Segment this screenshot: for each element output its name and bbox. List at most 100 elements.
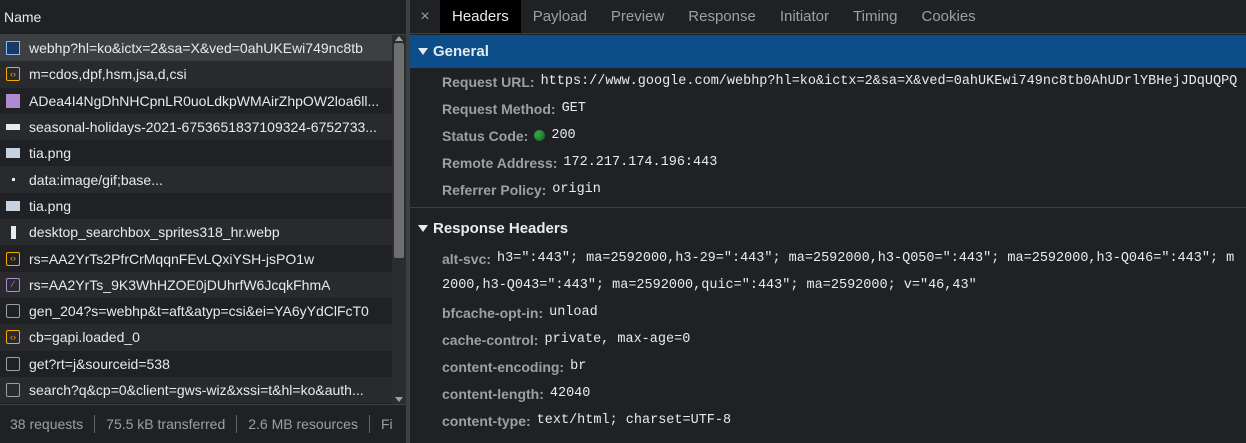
content-length-value: 42040	[549, 386, 591, 401]
request-row[interactable]: ADea4I4NgDhNHCpnLR0uoLdkpWMAirZhpOW2loa6…	[0, 88, 392, 114]
request-name: rs=AA2YrTs2PfrCrMqqnFEvLQxiYSH-jsPO1w	[29, 250, 315, 267]
script-icon: ‹›	[6, 251, 20, 266]
scroll-thumb[interactable]	[394, 43, 404, 258]
script-icon: ‹›	[6, 330, 20, 345]
request-name: search?q&cp=0&client=gws-wiz&xssi=t&hl=k…	[29, 382, 364, 398]
alt-svc-value-continued: 2000,h3-Q043=":443"; ma=2592000,quic=":4…	[442, 278, 977, 293]
script-icon: ‹›	[6, 67, 20, 82]
response-headers-section-header[interactable]: Response Headers	[410, 212, 1246, 245]
summary-separator	[94, 415, 96, 433]
referrer-policy-row: Referrer Policy: origin	[410, 176, 1246, 203]
other-icon	[6, 356, 20, 371]
alt-svc-value: h3=":443"; ma=2592000,h3-29=":443"; ma=2…	[497, 251, 1235, 266]
transferred-size: 75.5 kB transferred	[106, 416, 226, 432]
request-url-row: Request URL: https://www.google.com/webh…	[410, 68, 1246, 95]
remote-address-value: 172.217.174.196:443	[563, 155, 718, 170]
tab-cookies[interactable]: Cookies	[909, 0, 987, 33]
tab-initiator[interactable]: Initiator	[768, 0, 841, 33]
tab-response[interactable]: Response	[676, 0, 768, 33]
close-icon[interactable]: ×	[410, 0, 440, 33]
scroll-down-arrow-icon[interactable]	[395, 397, 403, 402]
request-name: ADea4I4NgDhNHCpnLR0uoLdkpWMAirZhpOW2loa6…	[29, 92, 380, 109]
alt-svc-row-continued: 2000,h3-Q043=":443"; ma=2592000,quic=":4…	[410, 272, 1246, 299]
request-row[interactable]: ⁄ rs=AA2YrTs_9K3WhHZOE0jDUhrfW6JcqkFhmA	[0, 271, 392, 298]
request-name: m=cdos,dpf,hsm,jsa,d,csi	[29, 66, 187, 83]
content-length-row: content-length: 42040	[410, 380, 1246, 407]
content-encoding-row: content-encoding: br	[410, 353, 1246, 380]
request-row[interactable]: get?rt=j&sourceid=538	[0, 351, 392, 377]
referrer-policy-value: origin	[552, 182, 601, 197]
scroll-up-arrow-icon[interactable]	[395, 36, 403, 41]
request-url-key: Request URL:	[442, 73, 535, 90]
image-icon	[6, 124, 20, 131]
status-code-row: Status Code: 200	[410, 122, 1246, 149]
tab-timing[interactable]: Timing	[841, 0, 909, 33]
content-type-key: content-type:	[442, 412, 531, 429]
response-headers-title: Response Headers	[433, 220, 569, 237]
content-encoding-key: content-encoding:	[442, 358, 565, 375]
bfcache-value: unload	[549, 305, 598, 320]
image-icon	[6, 93, 20, 108]
tab-payload[interactable]: Payload	[521, 0, 599, 33]
content-type-value: text/html; charset=UTF-8	[536, 413, 732, 428]
request-row[interactable]: ‹› m=cdos,dpf,hsm,jsa,d,csi	[0, 61, 392, 88]
referrer-policy-key: Referrer Policy:	[442, 181, 547, 198]
request-name: get?rt=j&sourceid=538	[29, 355, 170, 372]
request-details-panel: × Headers Payload Preview Response Initi…	[410, 0, 1246, 443]
summary-separator	[368, 415, 370, 433]
alt-svc-row: alt-svc: h3=":443"; ma=2592000,h3-29=":4…	[410, 245, 1246, 272]
content-type-row: content-type: text/html; charset=UTF-8	[410, 407, 1246, 434]
devtools-network-panel: Name webhp?hl=ko&ictx=2&sa=X&ved=0ahUKEw…	[0, 0, 1246, 443]
request-list-scrollbar[interactable]	[392, 35, 406, 404]
other-icon	[6, 383, 20, 397]
request-method-key: Request Method:	[442, 100, 556, 117]
expand-triangle-icon	[418, 48, 428, 55]
request-name: desktop_searchbox_sprites318_hr.webp	[29, 224, 280, 241]
request-row[interactable]: seasonal-holidays-2021-6753651837109324-…	[0, 113, 392, 141]
other-icon	[6, 304, 20, 319]
request-row[interactable]: ‹› rs=AA2YrTs2PfrCrMqqnFEvLQxiYSH-jsPO1w	[0, 245, 392, 271]
general-section-header[interactable]: General	[410, 35, 1246, 68]
image-icon	[6, 173, 20, 187]
document-icon	[6, 41, 20, 56]
image-icon	[6, 200, 20, 211]
details-tab-bar: × Headers Payload Preview Response Initi…	[410, 0, 1246, 34]
section-divider	[410, 207, 1246, 208]
bfcache-key: bfcache-opt-in:	[442, 304, 544, 321]
resources-size: 2.6 MB resources	[248, 416, 358, 432]
request-row[interactable]: desktop_searchbox_sprites318_hr.webp	[0, 219, 392, 246]
request-row[interactable]: ‹› cb=gapi.loaded_0	[0, 324, 392, 351]
tab-headers[interactable]: Headers	[440, 0, 521, 33]
cache-control-value: private, max-age=0	[544, 332, 691, 347]
general-section-title: General	[433, 43, 489, 60]
name-column-header[interactable]: Name	[0, 0, 406, 35]
request-method-row: Request Method: GET	[410, 95, 1246, 122]
request-name: rs=AA2YrTs_9K3WhHZOE0jDUhrfW6JcqkFhmA	[29, 276, 331, 293]
expand-triangle-icon	[418, 225, 428, 232]
request-list-panel: Name webhp?hl=ko&ictx=2&sa=X&ved=0ahUKEw…	[0, 0, 406, 443]
name-column-label: Name	[4, 9, 42, 25]
remote-address-key: Remote Address:	[442, 154, 558, 171]
request-name: cb=gapi.loaded_0	[29, 329, 140, 346]
request-name: seasonal-holidays-2021-6753651837109324-…	[29, 119, 377, 136]
network-summary-bar: 38 requests 75.5 kB transferred 2.6 MB r…	[0, 404, 406, 443]
content-encoding-value: br	[570, 359, 587, 374]
request-row[interactable]: webhp?hl=ko&ictx=2&sa=X&ved=0ahUKEwi749n…	[0, 35, 392, 62]
remote-address-row: Remote Address: 172.217.174.196:443	[410, 149, 1246, 176]
request-row[interactable]: gen_204?s=webhp&t=aft&atyp=csi&ei=YA6yYd…	[0, 298, 392, 324]
request-name: gen_204?s=webhp&t=aft&atyp=csi&ei=YA6yYd…	[29, 303, 369, 320]
summary-separator	[236, 415, 238, 433]
request-row[interactable]: tia.png	[0, 193, 392, 219]
request-name: tia.png	[29, 197, 72, 214]
finish-time: Fi	[380, 416, 393, 432]
alt-svc-key: alt-svc:	[442, 250, 492, 267]
request-row[interactable]: data:image/gif;base...	[0, 166, 392, 193]
headers-content: General Request URL: https://www.google.…	[410, 35, 1246, 443]
cache-control-key: cache-control:	[442, 331, 539, 348]
request-row[interactable]: tia.png	[0, 140, 392, 166]
image-icon	[6, 148, 20, 159]
tab-preview[interactable]: Preview	[599, 0, 676, 33]
image-icon	[6, 225, 20, 239]
request-row[interactable]: search?q&cp=0&client=gws-wiz&xssi=t&hl=k…	[0, 376, 392, 404]
request-name: data:image/gif;base...	[29, 171, 163, 188]
